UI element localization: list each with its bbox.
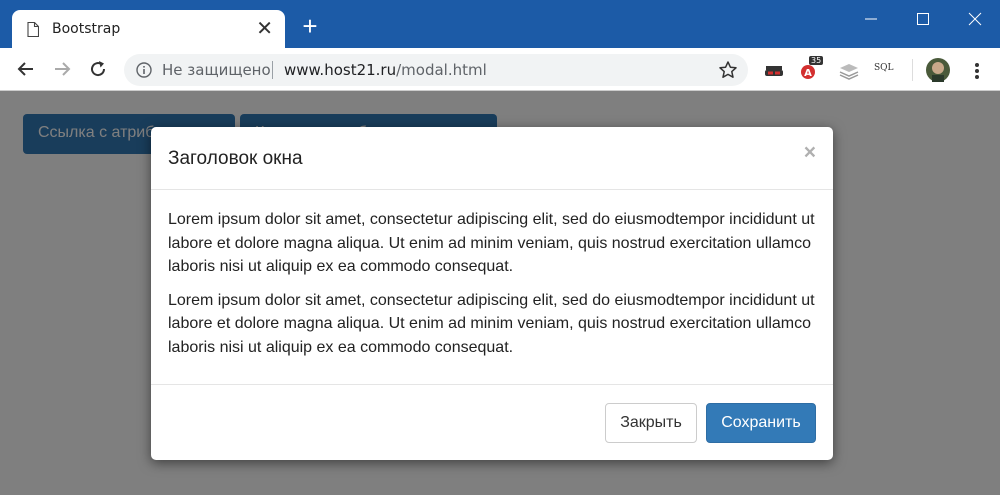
modal-body: Lorem ipsum dolor sit amet, consectetur … — [168, 208, 818, 369]
info-icon[interactable] — [136, 62, 152, 78]
modal-paragraph: Lorem ipsum dolor sit amet, consectetur … — [168, 211, 815, 275]
avatar[interactable] — [926, 58, 950, 82]
url-host: www.host21.ru — [284, 61, 397, 79]
modal-dialog: Заголовок окна × Lorem ipsum dolor sit a… — [151, 127, 833, 460]
modal-title: Заголовок окна — [168, 148, 303, 169]
reload-icon[interactable] — [88, 59, 108, 79]
bookmark-star-icon[interactable] — [718, 60, 738, 80]
title-bar: Bootstrap ✕ + — [0, 0, 1000, 50]
forward-icon[interactable] — [52, 59, 72, 79]
incognito-mask-icon[interactable] — [763, 60, 785, 82]
modal-paragraph: Lorem ipsum dolor sit amet, consectetur … — [168, 291, 815, 356]
new-tab-button[interactable]: + — [299, 13, 321, 39]
tab-close-icon[interactable]: ✕ — [256, 18, 273, 40]
modal-header: Заголовок окна × — [151, 127, 833, 190]
address-separator — [272, 61, 273, 79]
window-close-icon[interactable] — [965, 9, 985, 29]
svg-text:A: A — [804, 68, 812, 79]
address-bar[interactable]: Не защищено www.host21.ru/modal.html — [124, 54, 748, 86]
security-status: Не защищено — [162, 61, 271, 79]
menu-icon[interactable] — [966, 60, 988, 82]
maximize-icon[interactable] — [913, 9, 933, 29]
url-path: /modal.html — [396, 61, 487, 79]
document-icon — [27, 22, 39, 37]
back-icon[interactable] — [16, 59, 36, 79]
tab-title: Bootstrap — [52, 21, 121, 37]
browser-toolbar: Не защищено www.host21.ru/modal.html A 3… — [0, 49, 1000, 91]
url-text[interactable]: www.host21.ru/modal.html — [284, 61, 487, 79]
close-button[interactable]: Закрыть — [605, 403, 697, 443]
adblock-count: 35 — [809, 56, 824, 65]
browser-tab[interactable]: Bootstrap ✕ — [12, 10, 285, 50]
adblock-extension[interactable]: A 35 — [799, 56, 824, 82]
modal-close-icon[interactable]: × — [804, 142, 816, 163]
sql-icon[interactable]: SQL — [874, 63, 896, 85]
minimize-icon[interactable] — [861, 9, 881, 29]
modal-footer: Закрыть Сохранить — [151, 384, 833, 460]
save-button[interactable]: Сохранить — [706, 403, 816, 443]
toolbar-divider — [912, 59, 913, 81]
layers-icon[interactable] — [838, 60, 860, 82]
